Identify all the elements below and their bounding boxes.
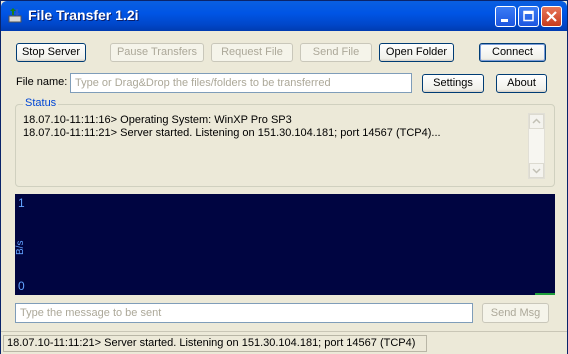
arrow-down-icon — [532, 168, 541, 174]
app-window: File Transfer 1.2i Stop Server Pause Tra… — [0, 0, 568, 354]
status-log-line: 18.07.10-11:11:16> Operating System: Win… — [23, 114, 292, 126]
connect-button[interactable]: Connect — [479, 43, 546, 62]
open-folder-button[interactable]: Open Folder — [379, 43, 454, 62]
graph-y-max-label: 1 — [18, 196, 25, 210]
window-title: File Transfer 1.2i — [28, 7, 139, 23]
maximize-icon — [523, 10, 534, 22]
close-icon — [546, 11, 557, 22]
send-message-button[interactable]: Send Msg — [482, 303, 549, 323]
arrow-up-icon — [532, 118, 541, 124]
stop-server-button[interactable]: Stop Server — [16, 43, 86, 62]
status-scrollbar[interactable] — [528, 113, 545, 179]
close-button[interactable] — [541, 6, 562, 27]
maximize-button[interactable] — [518, 6, 539, 27]
app-icon — [8, 8, 22, 23]
minimize-icon — [501, 19, 508, 22]
settings-button[interactable]: Settings — [422, 74, 484, 93]
message-input[interactable]: Type the message to be sent — [15, 303, 473, 323]
status-log-line: 18.07.10-11:11:21> Server started. Liste… — [23, 127, 441, 139]
scroll-down-button[interactable] — [529, 163, 544, 178]
pause-transfers-button[interactable]: Pause Transfers — [110, 43, 204, 62]
transfer-rate-graph: 1 B/s 0 — [15, 194, 555, 295]
scroll-up-button[interactable] — [529, 114, 544, 129]
title-bar[interactable]: File Transfer 1.2i — [1, 1, 567, 31]
send-file-button[interactable]: Send File — [300, 43, 372, 62]
status-group-title: Status — [23, 97, 59, 109]
graph-unit-label: B/s — [15, 240, 26, 255]
graph-rate-line — [535, 293, 555, 295]
status-bar: 18.07.10-11:11:21> Server started. Liste… — [1, 331, 567, 354]
file-name-label: File name: — [16, 76, 68, 88]
graph-y-min-label: 0 — [18, 279, 25, 293]
request-file-button[interactable]: Request File — [211, 43, 293, 62]
about-button[interactable]: About — [496, 74, 547, 93]
status-bar-text: 18.07.10-11:11:21> Server started. Liste… — [3, 335, 427, 352]
file-name-input[interactable]: Type or Drag&Drop the files/folders to b… — [70, 73, 412, 93]
status-log[interactable]: 18.07.10-11:11:16> Operating System: Win… — [23, 114, 523, 180]
minimize-button[interactable] — [495, 6, 516, 27]
